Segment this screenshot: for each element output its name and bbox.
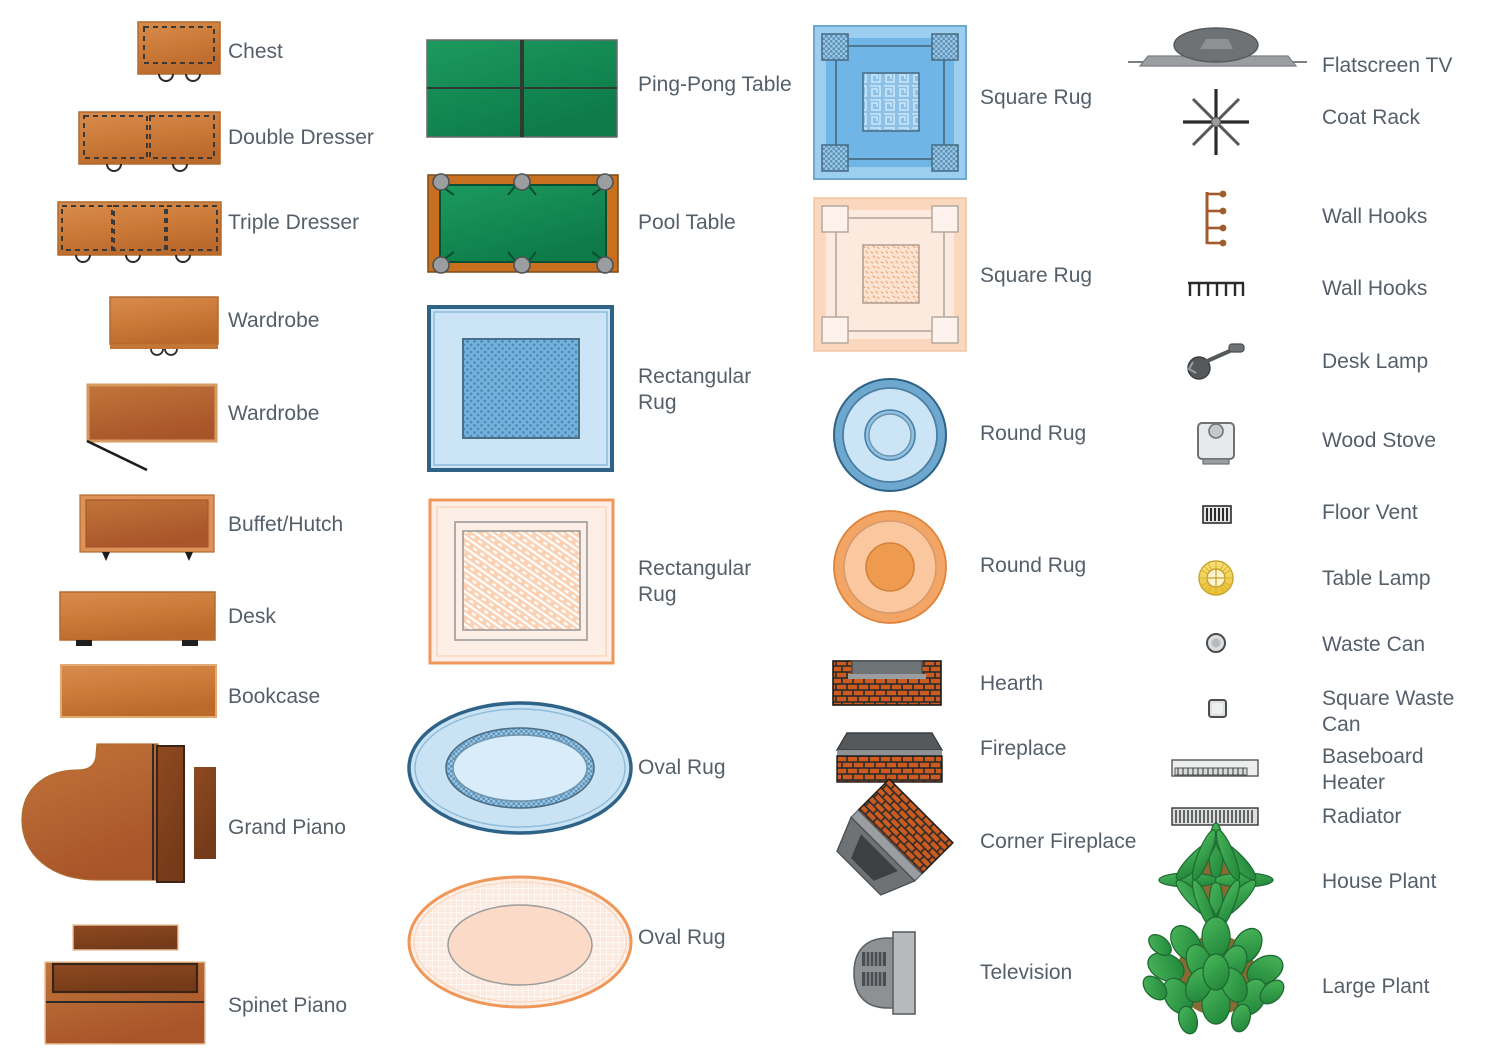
label-double-dresser: Double Dresser (228, 126, 374, 149)
legend-graphics (21, 21, 1307, 1045)
oval-rug-blue-icon (407, 701, 633, 835)
label-baseboard-heater: Baseboard Heater (1322, 745, 1424, 794)
buffet-hutch-icon (79, 494, 215, 561)
label-square-rug-2: Square Rug (980, 264, 1093, 287)
waste-can-icon (1206, 633, 1226, 653)
oval-rug-peach-icon (407, 875, 633, 1009)
chest-icon (137, 21, 221, 82)
label-square-waste-can: Square Waste Can (1322, 687, 1455, 736)
round-rug-peach-icon (833, 510, 947, 624)
label-large-plant: Large Plant (1322, 975, 1430, 998)
label-house-plant: House Plant (1322, 870, 1437, 893)
pool-table-icon (427, 173, 619, 274)
label-waste-can: Waste Can (1322, 633, 1426, 656)
label-round-rug-1: Round Rug (980, 422, 1087, 445)
triple-dresser-icon (57, 201, 222, 263)
label-triple-dresser: Triple Dresser (228, 211, 360, 234)
wall-hooks-horizontal-icon (1188, 281, 1245, 296)
label-wood-stove: Wood Stove (1322, 429, 1437, 452)
square-rug-peach-icon (813, 197, 967, 352)
label-radiator: Radiator (1322, 805, 1402, 828)
large-plant-icon (1142, 916, 1285, 1035)
label-square-rug-1: Square Rug (980, 86, 1093, 109)
wood-stove-icon (1197, 422, 1235, 465)
label-buffet-hutch: Buffet/Hutch (228, 513, 344, 536)
coat-rack-icon (1183, 89, 1249, 155)
label-corner-fireplace: Corner Fireplace (980, 830, 1137, 853)
label-floor-vent: Floor Vent (1322, 501, 1418, 524)
label-pool-table: Pool Table (638, 211, 736, 234)
label-wall-hooks-2: Wall Hooks (1322, 277, 1428, 300)
label-grand-piano: Grand Piano (228, 816, 346, 839)
grand-piano-icon (21, 743, 216, 883)
label-spinet-piano: Spinet Piano (228, 994, 348, 1017)
floor-vent-icon (1202, 505, 1232, 524)
double-dresser-icon (78, 111, 221, 172)
label-chest: Chest (228, 40, 283, 63)
wall-hooks-vertical-icon (1205, 190, 1227, 247)
television-icon (853, 931, 916, 1015)
table-lamp-icon (1198, 560, 1234, 596)
wardrobe-icon (109, 296, 219, 356)
baseboard-heater-icon (1171, 759, 1259, 777)
label-television: Television (980, 961, 1073, 984)
label-rectangular-rug-2: Rectangular Rug (638, 557, 752, 606)
label-flatscreen-tv: Flatscreen TV (1322, 54, 1453, 77)
hearth-icon (832, 660, 942, 706)
ping-pong-table-icon (426, 39, 618, 138)
label-wardrobe-2: Wardrobe (228, 402, 320, 425)
desk-icon (59, 591, 216, 646)
rectangular-rug-peach-icon (428, 498, 615, 665)
label-oval-rug-1: Oval Rug (638, 756, 726, 779)
fireplace-icon (835, 732, 944, 783)
label-desk-lamp: Desk Lamp (1322, 350, 1429, 373)
label-bookcase: Bookcase (228, 685, 321, 708)
symbol-legend-sheet: Chest Double Dresser Triple Dresser Ward… (0, 0, 1500, 1056)
spinet-piano-icon (44, 924, 206, 1045)
bookcase-icon (60, 664, 217, 718)
label-oval-rug-2: Oval Rug (638, 926, 726, 949)
label-wardrobe-1: Wardrobe (228, 309, 320, 332)
label-round-rug-2: Round Rug (980, 554, 1087, 577)
round-rug-blue-icon (833, 378, 947, 492)
label-wall-hooks-1: Wall Hooks (1322, 205, 1428, 228)
desk-lamp-icon (1187, 343, 1245, 380)
square-waste-can-icon (1208, 699, 1227, 718)
label-hearth: Hearth (980, 672, 1044, 695)
label-coat-rack: Coat Rack (1322, 106, 1421, 129)
wardrobe-open-icon (86, 383, 218, 472)
flatscreen-tv-icon (1128, 27, 1307, 67)
label-rectangular-rug-1: Rectangular Rug (638, 365, 752, 414)
rectangular-rug-blue-icon (427, 305, 614, 472)
radiator-icon (1171, 807, 1259, 826)
label-ping-pong-table: Ping-Pong Table (638, 73, 792, 96)
corner-fireplace-icon (836, 778, 954, 896)
label-fireplace: Fireplace (980, 737, 1067, 760)
square-rug-blue-icon (813, 25, 967, 180)
label-desk: Desk (228, 605, 276, 628)
label-table-lamp: Table Lamp (1322, 567, 1431, 590)
